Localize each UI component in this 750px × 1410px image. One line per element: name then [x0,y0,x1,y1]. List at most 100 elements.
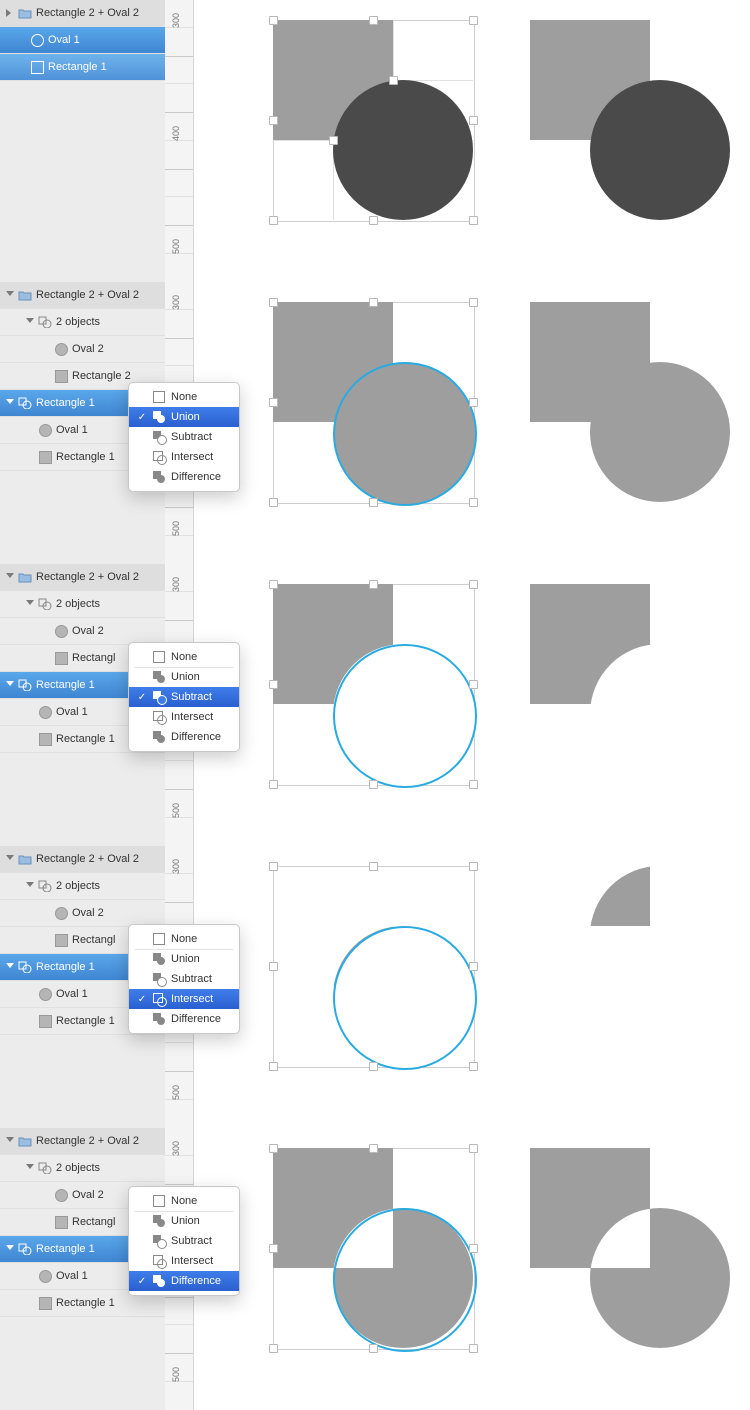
resize-handle[interactable] [269,1244,278,1253]
canvas[interactable] [193,282,750,564]
menu-item-difference[interactable]: ✓Difference [129,1271,239,1291]
resize-handle[interactable] [469,1062,478,1071]
layer-row[interactable]: 2 objects [0,873,165,900]
layer-row[interactable]: Rectangle 2 + Oval 2 [0,564,165,591]
menu-item-union[interactable]: Union [129,1211,239,1231]
resize-handle[interactable] [469,1344,478,1353]
layer-row[interactable]: 2 objects [0,309,165,336]
shape-oval-selected[interactable] [333,362,477,506]
resize-handle[interactable] [369,1344,378,1353]
resize-handle[interactable] [469,580,478,589]
menu-item-none[interactable]: None [129,387,239,407]
canvas[interactable] [193,1128,750,1410]
disclosure-down-icon[interactable] [4,962,14,972]
resize-handle[interactable] [389,76,398,85]
resize-handle[interactable] [469,1244,478,1253]
resize-handle[interactable] [369,1144,378,1153]
selection-stage[interactable] [273,584,473,784]
resize-handle[interactable] [369,1062,378,1071]
menu-item-intersect[interactable]: Intersect [129,447,239,467]
layer-row[interactable]: Rectangle 2 + Oval 2 [0,846,165,873]
resize-handle[interactable] [369,862,378,871]
selection-stage[interactable] [273,1148,473,1348]
layer-row[interactable]: Rectangle 2 + Oval 2 [0,282,165,309]
layer-row[interactable]: Rectangle 2 + Oval 2 [0,0,165,27]
resize-handle[interactable] [269,680,278,689]
boolean-op-menu[interactable]: None ✓Union Subtract Intersect Differenc… [128,382,240,492]
selection-stage[interactable] [273,866,473,1066]
resize-handle[interactable] [369,298,378,307]
resize-handle[interactable] [269,16,278,25]
layer-row[interactable]: Oval 1 [0,27,165,54]
menu-item-subtract[interactable]: ✓Subtract [129,687,239,707]
resize-handle[interactable] [469,1144,478,1153]
menu-item-difference[interactable]: Difference [129,1009,239,1029]
resize-handle[interactable] [269,1344,278,1353]
shape-oval-selected[interactable] [333,926,477,1070]
resize-handle[interactable] [269,962,278,971]
resize-handle[interactable] [269,398,278,407]
resize-handle[interactable] [269,116,278,125]
canvas[interactable] [193,846,750,1128]
menu-item-difference[interactable]: Difference [129,467,239,487]
resize-handle[interactable] [369,580,378,589]
resize-handle[interactable] [469,16,478,25]
resize-handle[interactable] [369,16,378,25]
disclosure-down-icon[interactable] [4,854,14,864]
menu-item-subtract[interactable]: Subtract [129,1231,239,1251]
layer-row[interactable]: 2 objects [0,1155,165,1182]
disclosure-down-icon[interactable] [4,680,14,690]
resize-handle[interactable] [269,298,278,307]
menu-item-union[interactable]: ✓Union [129,407,239,427]
disclosure-down-icon[interactable] [24,599,34,609]
disclosure-down-icon[interactable] [4,398,14,408]
resize-handle[interactable] [469,862,478,871]
resize-handle[interactable] [469,116,478,125]
menu-item-none[interactable]: None [129,647,239,667]
shape-oval-selected[interactable] [333,644,477,788]
resize-handle[interactable] [269,780,278,789]
resize-handle[interactable] [329,136,338,145]
resize-handle[interactable] [469,398,478,407]
disclosure-down-icon[interactable] [24,1163,34,1173]
canvas[interactable] [193,564,750,846]
layer-row[interactable]: Rectangle 2 + Oval 2 [0,1128,165,1155]
layer-row[interactable]: Oval 2 [0,900,165,927]
resize-handle[interactable] [269,862,278,871]
shape-oval-selected[interactable] [333,1208,477,1352]
disclosure-down-icon[interactable] [24,317,34,327]
menu-item-union[interactable]: Union [129,667,239,687]
disclosure-down-icon[interactable] [4,1244,14,1254]
menu-item-intersect[interactable]: Intersect [129,707,239,727]
resize-handle[interactable] [369,216,378,225]
disclosure-down-icon[interactable] [4,290,14,300]
menu-item-subtract[interactable]: Subtract [129,427,239,447]
menu-item-difference[interactable]: Difference [129,727,239,747]
disclosure-down-icon[interactable] [4,572,14,582]
layer-row[interactable]: 2 objects [0,591,165,618]
resize-handle[interactable] [469,498,478,507]
boolean-op-menu[interactable]: None Union Subtract Intersect ✓Differenc… [128,1186,240,1296]
resize-handle[interactable] [269,1062,278,1071]
resize-handle[interactable] [269,1144,278,1153]
boolean-op-menu[interactable]: None Union ✓Subtract Intersect Differenc… [128,642,240,752]
menu-item-intersect[interactable]: Intersect [129,1251,239,1271]
boolean-op-menu[interactable]: None Union Subtract ✓Intersect Differenc… [128,924,240,1034]
resize-handle[interactable] [269,580,278,589]
resize-handle[interactable] [269,216,278,225]
menu-item-union[interactable]: Union [129,949,239,969]
resize-handle[interactable] [469,298,478,307]
layer-row[interactable]: Oval 2 [0,618,165,645]
shape-oval[interactable] [333,80,473,220]
menu-item-subtract[interactable]: Subtract [129,969,239,989]
resize-handle[interactable] [469,680,478,689]
layer-row[interactable]: Oval 2 [0,336,165,363]
layer-row[interactable]: Rectangle 1 [0,54,165,81]
selection-stage[interactable] [273,302,473,502]
menu-item-intersect[interactable]: ✓Intersect [129,989,239,1009]
resize-handle[interactable] [469,962,478,971]
resize-handle[interactable] [269,498,278,507]
resize-handle[interactable] [469,216,478,225]
menu-item-none[interactable]: None [129,929,239,949]
resize-handle[interactable] [369,780,378,789]
